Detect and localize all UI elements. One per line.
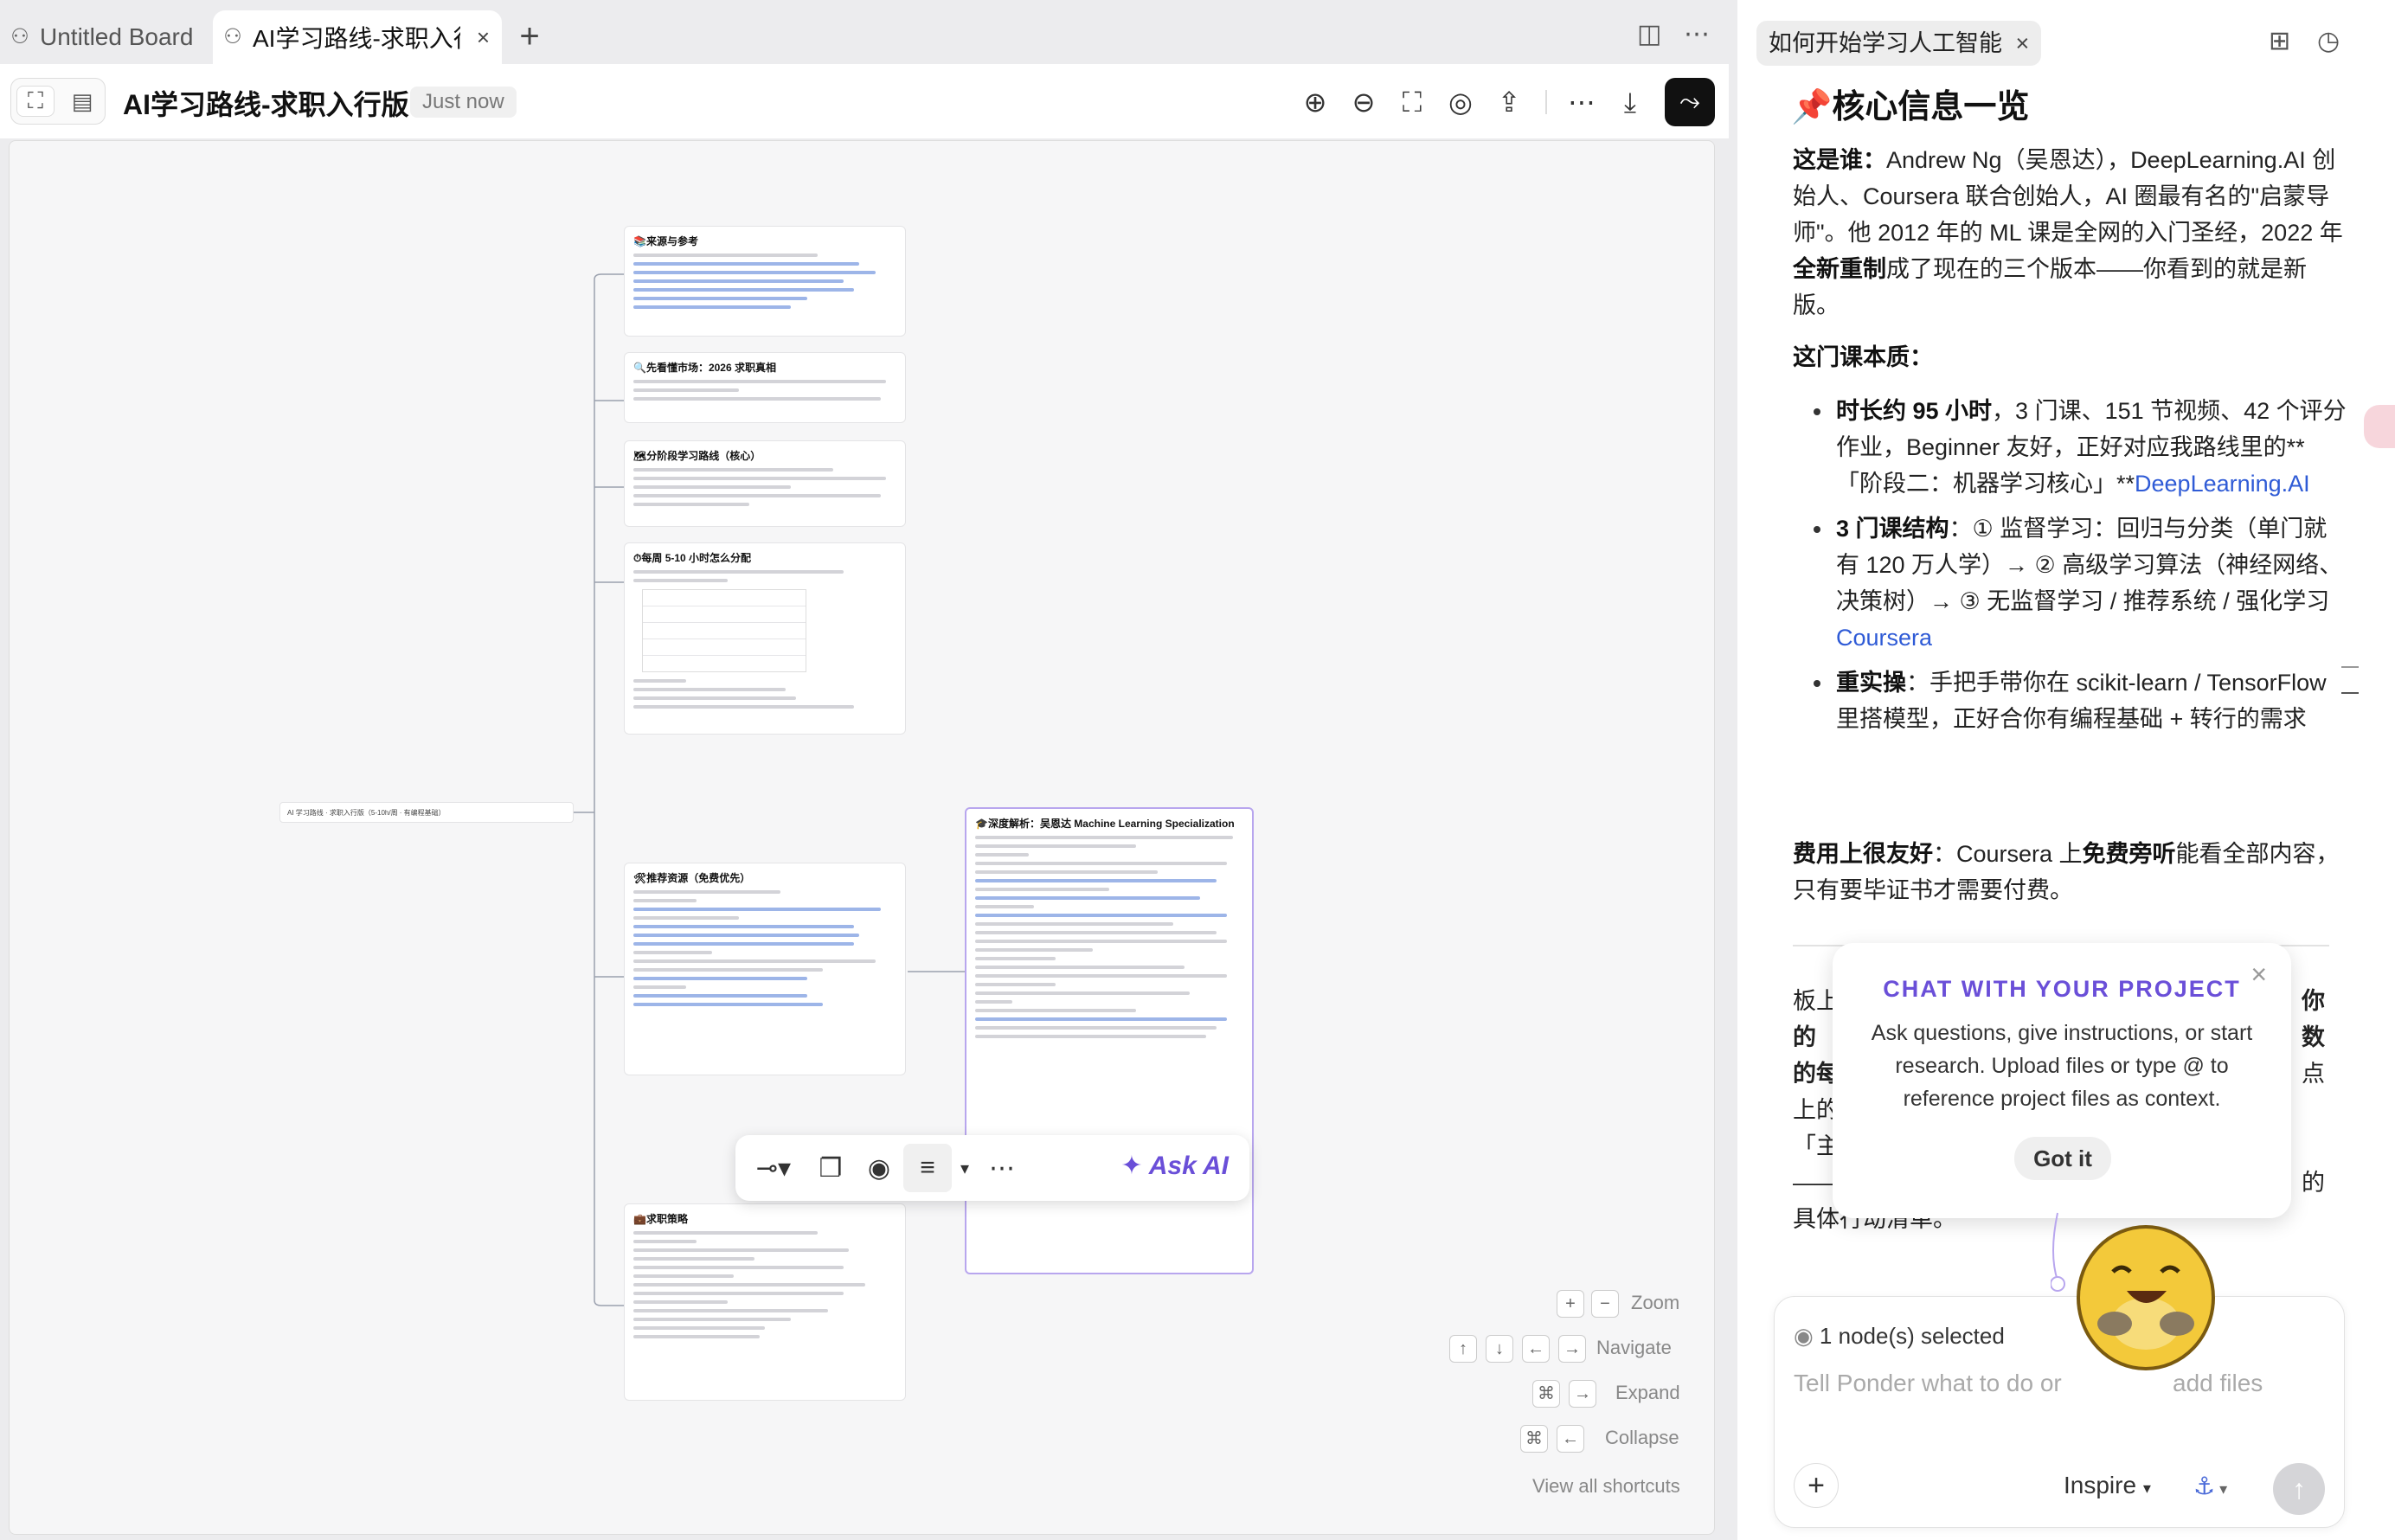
tab-untitled-board[interactable]: ⚇ Untitled Board bbox=[0, 10, 199, 64]
source-link[interactable]: Coursera bbox=[1836, 625, 1932, 651]
more-options-icon[interactable]: ⋯ bbox=[1564, 85, 1599, 119]
model-selector[interactable]: ⚓ ▾ bbox=[2193, 1472, 2227, 1500]
new-chat-icon[interactable]: ⊞ bbox=[2269, 26, 2290, 56]
response-paragraph: 这门课本质： bbox=[1793, 344, 1933, 370]
mindmap-icon: ⚇ bbox=[10, 25, 29, 48]
send-button[interactable]: ↑ bbox=[2273, 1463, 2325, 1515]
search-icon[interactable]: ◎ bbox=[1443, 85, 1478, 119]
share-button[interactable]: ⤳ bbox=[1665, 78, 1715, 126]
shortcut-expand-label: Expand bbox=[1615, 1382, 1680, 1403]
canvas-view-icon[interactable]: ⛶ bbox=[16, 86, 55, 117]
node-weekly-plan[interactable]: ⏱每周 5-10 小时怎么分配 bbox=[624, 542, 906, 735]
list-item: 时长约 95 小时，3 门课、151 节视频、42 个评分作业，Beginner… bbox=[1793, 393, 2347, 502]
got-it-button[interactable]: Got it bbox=[2014, 1137, 2111, 1180]
selection-status: ◉ 1 node(s) selected bbox=[1794, 1323, 2005, 1349]
side-handle[interactable] bbox=[2364, 405, 2395, 448]
arrow-right-key: → bbox=[1558, 1335, 1586, 1363]
close-chip-icon[interactable]: × bbox=[2016, 30, 2030, 56]
shortcut-navigate-label: Navigate bbox=[1596, 1337, 1672, 1358]
zoom-out-key[interactable]: − bbox=[1591, 1290, 1619, 1318]
focus-icon[interactable]: ◉ bbox=[855, 1144, 903, 1192]
node-sources[interactable]: 📚来源与参考 bbox=[624, 226, 906, 337]
divider bbox=[1545, 90, 1547, 114]
list-item: 3 门课结构：① 监督学习：回归与分类（单门就有 120 万人学）→ ② 高级学… bbox=[1793, 510, 2347, 656]
mode-selector[interactable]: Inspire ▾ bbox=[2064, 1472, 2151, 1499]
view-switcher: ⛶ ▤ bbox=[10, 78, 106, 125]
popup-heading: CHAT WITH YOUR PROJECT bbox=[1883, 976, 2241, 1002]
shortcut-zoom-label: Zoom bbox=[1631, 1292, 1680, 1313]
onboarding-popup: × CHAT WITH YOUR PROJECT Ask questions, … bbox=[1833, 943, 2291, 1218]
chevron-down-icon: ▾ bbox=[2215, 1480, 2228, 1498]
list-item: 重实操：手把手带你在 scikit-learn / TensorFlow 里搭模… bbox=[1793, 664, 2347, 737]
root-node[interactable]: AI 学习路线 · 求职入行版（5-10h/周 · 有编程基础） bbox=[279, 802, 574, 823]
node-toolbar: ⊸▾ ❐ ◉ ≡ ▾ ⋯ ✦ Ask AI bbox=[735, 1135, 1249, 1201]
node-market[interactable]: 🔍先看懂市场：2026 求职真相 bbox=[624, 352, 906, 423]
arrow-left-key: ← bbox=[1557, 1425, 1584, 1453]
arrow-down-key: ↓ bbox=[1486, 1335, 1513, 1363]
chip-label: 如何开始学习人工智能 bbox=[1769, 30, 2002, 56]
export-icon[interactable]: ⇪ bbox=[1492, 85, 1526, 119]
node-title: 🔍先看懂市场：2026 求职真相 bbox=[633, 362, 776, 374]
arrow-left-key: ← bbox=[1522, 1335, 1550, 1363]
response-paragraph: 费用上很友好：Coursera 上免费旁听能看全部内容，只有要毕证书才需要付费。 bbox=[1793, 841, 2340, 903]
mindmap-canvas[interactable]: AI 学习路线 · 求职入行版（5-10h/周 · 有编程基础） 📚来源与参考 … bbox=[9, 140, 1715, 1535]
chevron-down-icon[interactable]: ▾ bbox=[952, 1144, 978, 1192]
response-paragraph: 这是谁：Andrew Ng（吴恩达），DeepLearning.AI 创始人、C… bbox=[1793, 147, 2343, 318]
tab-ai-roadmap[interactable]: ⚇ AI学习路线-求职入行版 × bbox=[213, 10, 502, 64]
chat-input[interactable]: Tell Ponder what to do or bbox=[1794, 1370, 2062, 1397]
node-job-strategy[interactable]: 💼求职策略 bbox=[624, 1203, 906, 1401]
node-title: ⏱每周 5-10 小时怎么分配 bbox=[633, 552, 752, 564]
attach-button[interactable]: + bbox=[1794, 1463, 1839, 1508]
cmd-key: ⌘ bbox=[1520, 1425, 1548, 1453]
download-icon[interactable]: ⤓ bbox=[1613, 85, 1647, 119]
arrow-up-key: ↑ bbox=[1449, 1335, 1477, 1363]
copy-icon[interactable]: ❐ bbox=[806, 1144, 855, 1192]
shortcut-collapse-label: Collapse bbox=[1605, 1427, 1679, 1448]
tab-label: Untitled Board bbox=[40, 23, 194, 50]
time-table bbox=[642, 589, 806, 672]
split-view-icon[interactable]: ◫ bbox=[1637, 19, 1661, 49]
eye-icon: ◉ bbox=[1794, 1323, 1814, 1349]
node-resources[interactable]: 🛠推荐资源（免费优先） bbox=[624, 863, 906, 1075]
node-title: 🗺分阶段学习路线（核心） bbox=[633, 450, 761, 462]
node-andrew-ng-deep-dive[interactable]: 🎓深度解析：吴恩达 Machine Learning Specializatio… bbox=[965, 807, 1254, 1274]
zoom-out-icon[interactable]: ⊖ bbox=[1346, 85, 1381, 119]
ask-ai-button[interactable]: ✦ Ask AI bbox=[1120, 1151, 1229, 1181]
response-list: 时长约 95 小时，3 门课、151 节视频、42 个评分作业，Beginner… bbox=[1793, 393, 2347, 737]
mindmap-icon: ⚇ bbox=[223, 25, 242, 48]
node-title: 🛠推荐资源（免费优先） bbox=[633, 872, 751, 884]
node-roadmap[interactable]: 🗺分阶段学习路线（核心） bbox=[624, 440, 906, 527]
tab-label: AI学习路线-求职入行版 bbox=[253, 25, 460, 52]
conversation-chip[interactable]: 如何开始学习人工智能 × bbox=[1756, 21, 2042, 66]
save-status-badge: Just now bbox=[410, 87, 517, 118]
more-icon[interactable]: ⋯ bbox=[1684, 19, 1710, 49]
arrow-right-key: → bbox=[1569, 1380, 1596, 1408]
response-heading: 📌核心信息一览 bbox=[1791, 89, 2030, 125]
align-icon[interactable]: ≡ bbox=[903, 1144, 952, 1192]
doc-view-icon[interactable]: ▤ bbox=[63, 86, 101, 117]
connector-style-icon[interactable]: ⊸▾ bbox=[749, 1144, 798, 1192]
close-tab-icon[interactable]: × bbox=[477, 24, 490, 51]
fit-screen-icon[interactable]: ⛶ bbox=[1395, 85, 1429, 119]
page-title[interactable]: AI学习路线-求职入行版 bbox=[123, 83, 409, 123]
chevron-down-icon: ▾ bbox=[2142, 1479, 2151, 1497]
response-paragraph-partial: 你数点的 bbox=[2302, 988, 2325, 1196]
close-popup-icon[interactable]: × bbox=[2251, 959, 2267, 991]
view-all-shortcuts-link[interactable]: View all shortcuts bbox=[1532, 1475, 1680, 1498]
node-title: 💼求职策略 bbox=[633, 1213, 688, 1225]
node-title: 📚来源与参考 bbox=[633, 235, 698, 247]
popup-body: Ask questions, give instructions, or sta… bbox=[1871, 1021, 2253, 1111]
more-icon[interactable]: ⋯ bbox=[978, 1144, 1026, 1192]
scroll-marker bbox=[2341, 692, 2359, 694]
cmd-key: ⌘ bbox=[1532, 1380, 1560, 1408]
node-title: 🎓深度解析：吴恩达 Machine Learning Specializatio… bbox=[975, 818, 1235, 830]
history-icon[interactable]: ◷ bbox=[2317, 26, 2340, 56]
scroll-marker bbox=[2341, 666, 2359, 668]
source-link[interactable]: DeepLearning.AI bbox=[2135, 471, 2310, 497]
zoom-in-key[interactable]: + bbox=[1557, 1290, 1584, 1318]
mascot-character bbox=[2077, 1225, 2215, 1370]
zoom-in-icon[interactable]: ⊕ bbox=[1298, 85, 1332, 119]
new-tab-button[interactable]: + bbox=[512, 16, 547, 57]
